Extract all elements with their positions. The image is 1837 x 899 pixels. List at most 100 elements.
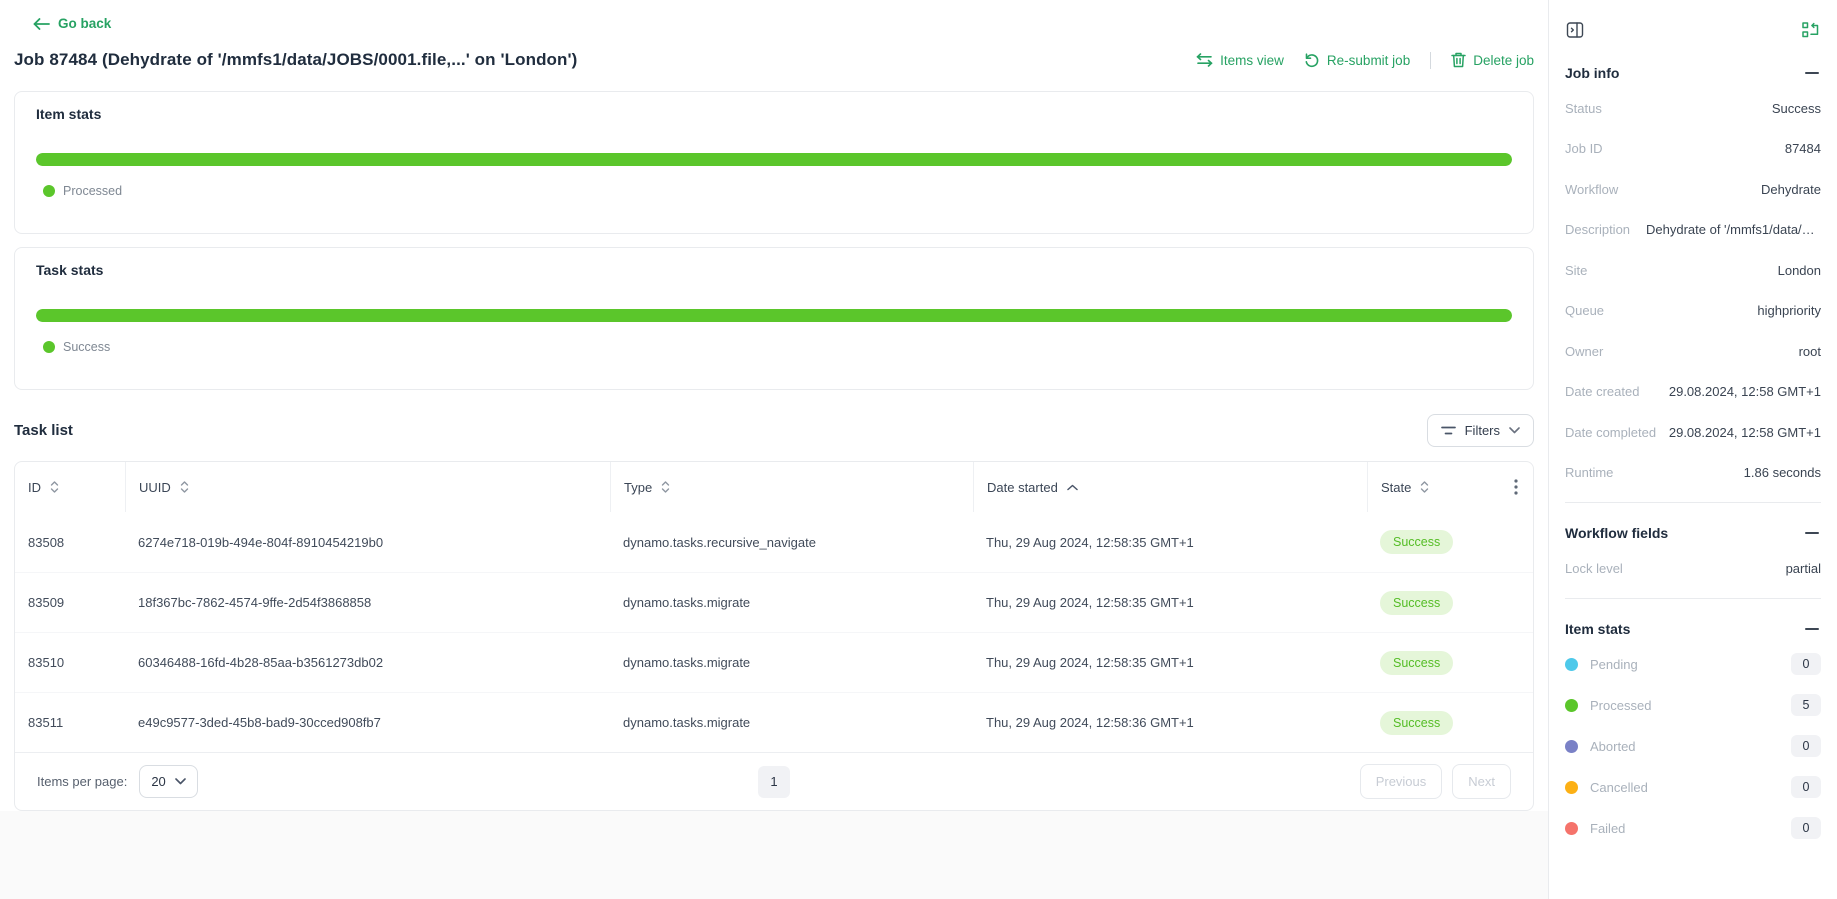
resubmit-job-label: Re-submit job bbox=[1327, 53, 1410, 68]
field-value: London bbox=[1778, 263, 1821, 278]
table-row[interactable]: 83511 e49c9577-3ded-45b8-bad9-30cced908f… bbox=[15, 692, 1533, 752]
status-badge: Success bbox=[1380, 530, 1453, 554]
delete-job-button[interactable]: Delete job bbox=[1451, 52, 1534, 68]
task-list-title: Task list bbox=[14, 422, 73, 439]
table-options-kebab-icon[interactable] bbox=[1512, 479, 1520, 495]
title-row: Job 87484 (Dehydrate of '/mmfs1/data/JOB… bbox=[14, 50, 1534, 70]
processed-legend-dot-icon bbox=[43, 185, 55, 197]
stat-label: Pending bbox=[1590, 657, 1638, 672]
field-label: Queue bbox=[1565, 303, 1604, 318]
sort-icon bbox=[180, 481, 189, 493]
stat-row-processed: Processed 5 bbox=[1565, 685, 1821, 726]
workflow-fields-section-header: Workflow fields bbox=[1565, 518, 1821, 548]
collapse-section-icon[interactable] bbox=[1805, 525, 1821, 541]
stat-label: Cancelled bbox=[1590, 780, 1648, 795]
items-per-page-select[interactable]: 20 bbox=[139, 765, 197, 798]
stat-count-badge: 0 bbox=[1791, 817, 1821, 839]
field-label: Owner bbox=[1565, 344, 1603, 359]
stat-count-badge: 5 bbox=[1791, 694, 1821, 716]
stat-row-pending: Pending 0 bbox=[1565, 644, 1821, 685]
collapse-section-icon[interactable] bbox=[1805, 65, 1821, 81]
chevron-down-icon bbox=[175, 778, 186, 785]
field-label: Lock level bbox=[1565, 561, 1623, 576]
table-row[interactable]: 83510 60346488-16fd-4b28-85aa-b3561273db… bbox=[15, 632, 1533, 692]
resubmit-job-button[interactable]: Re-submit job bbox=[1304, 52, 1410, 68]
cell-uuid: e49c9577-3ded-45b8-bad9-30cced908fb7 bbox=[125, 715, 610, 730]
column-label-id: ID bbox=[28, 480, 41, 495]
field-label: Date created bbox=[1565, 384, 1639, 399]
next-page-button[interactable]: Next bbox=[1452, 764, 1511, 799]
column-header-id[interactable]: ID bbox=[15, 462, 125, 512]
column-header-uuid[interactable]: UUID bbox=[125, 462, 610, 512]
filters-button[interactable]: Filters bbox=[1427, 414, 1534, 447]
section-divider bbox=[1565, 502, 1821, 503]
field-row-status: Status Success bbox=[1565, 88, 1821, 129]
sidebar-item-stats-title: Item stats bbox=[1565, 621, 1630, 637]
sort-icon bbox=[1420, 481, 1429, 493]
cell-state: Success bbox=[1367, 651, 1533, 675]
cell-uuid: 18f367bc-7862-4574-9ffe-2d54f3868858 bbox=[125, 595, 610, 610]
previous-page-button[interactable]: Previous bbox=[1360, 764, 1443, 799]
field-value: root bbox=[1799, 344, 1821, 359]
item-stats-card: Item stats Processed bbox=[14, 91, 1534, 234]
sort-ascending-icon bbox=[1067, 484, 1078, 491]
column-label-state: State bbox=[1381, 480, 1411, 495]
job-info-title: Job info bbox=[1565, 65, 1619, 81]
cancelled-dot-icon bbox=[1565, 781, 1578, 794]
field-label: Description bbox=[1565, 222, 1630, 237]
table-row[interactable]: 83509 18f367bc-7862-4574-9ffe-2d54f38688… bbox=[15, 572, 1533, 632]
items-view-button[interactable]: Items view bbox=[1196, 53, 1284, 68]
task-list-header: Task list Filters bbox=[14, 414, 1534, 447]
cell-date-started: Thu, 29 Aug 2024, 12:58:35 GMT+1 bbox=[973, 595, 1367, 610]
field-row-job-id: Job ID 87484 bbox=[1565, 129, 1821, 170]
delete-job-label: Delete job bbox=[1473, 53, 1534, 68]
cell-type: dynamo.tasks.migrate bbox=[610, 655, 973, 670]
trash-icon bbox=[1451, 52, 1466, 68]
job-info-section-header: Job info bbox=[1565, 58, 1821, 88]
field-label: Job ID bbox=[1565, 141, 1603, 156]
stat-label: Aborted bbox=[1590, 739, 1636, 754]
current-page-indicator[interactable]: 1 bbox=[758, 766, 790, 798]
processed-dot-icon bbox=[1565, 699, 1578, 712]
stat-count-badge: 0 bbox=[1791, 735, 1821, 757]
cell-type: dynamo.tasks.recursive_navigate bbox=[610, 535, 973, 550]
item-stats-progress-bar bbox=[36, 153, 1512, 166]
column-label-type: Type bbox=[624, 480, 652, 495]
cell-id: 83508 bbox=[15, 535, 125, 550]
pending-dot-icon bbox=[1565, 658, 1578, 671]
sort-icon bbox=[661, 481, 670, 493]
stat-label: Failed bbox=[1590, 821, 1625, 836]
cell-state: Success bbox=[1367, 530, 1533, 554]
sort-icon bbox=[50, 481, 59, 493]
item-stats-legend-label: Processed bbox=[63, 184, 122, 198]
actions-divider bbox=[1430, 52, 1431, 69]
items-per-page-label: Items per page: bbox=[37, 774, 127, 789]
column-header-type[interactable]: Type bbox=[610, 462, 973, 512]
field-row-lock-level: Lock level partial bbox=[1565, 548, 1821, 589]
status-badge: Success bbox=[1380, 711, 1453, 735]
field-row-date-completed: Date completed 29.08.2024, 12:58 GMT+1 bbox=[1565, 412, 1821, 453]
collapse-section-icon[interactable] bbox=[1805, 621, 1821, 637]
pager-buttons: Previous Next bbox=[1360, 764, 1511, 799]
field-value: Dehydrate bbox=[1761, 182, 1821, 197]
field-value: 1.86 seconds bbox=[1744, 465, 1821, 480]
filter-icon bbox=[1441, 426, 1456, 435]
column-header-state[interactable]: State bbox=[1367, 462, 1533, 512]
field-row-runtime: Runtime 1.86 seconds bbox=[1565, 453, 1821, 494]
cell-date-started: Thu, 29 Aug 2024, 12:58:36 GMT+1 bbox=[973, 715, 1367, 730]
collapse-panel-icon[interactable] bbox=[1565, 20, 1585, 40]
task-stats-title: Task stats bbox=[36, 262, 1512, 278]
stat-count-badge: 0 bbox=[1791, 776, 1821, 798]
cell-date-started: Thu, 29 Aug 2024, 12:58:35 GMT+1 bbox=[973, 535, 1367, 550]
stat-label: Processed bbox=[1590, 698, 1651, 713]
failed-dot-icon bbox=[1565, 822, 1578, 835]
field-value: highpriority bbox=[1757, 303, 1821, 318]
cell-state: Success bbox=[1367, 711, 1533, 735]
table-row[interactable]: 83508 6274e718-019b-494e-804f-8910454219… bbox=[15, 512, 1533, 572]
column-header-date-started[interactable]: Date started bbox=[973, 462, 1367, 512]
field-row-date-created: Date created 29.08.2024, 12:58 GMT+1 bbox=[1565, 372, 1821, 413]
field-row-workflow: Workflow Dehydrate bbox=[1565, 169, 1821, 210]
go-back-link[interactable]: Go back bbox=[33, 16, 111, 31]
go-back-label: Go back bbox=[58, 16, 111, 31]
workflow-icon[interactable] bbox=[1801, 21, 1821, 39]
